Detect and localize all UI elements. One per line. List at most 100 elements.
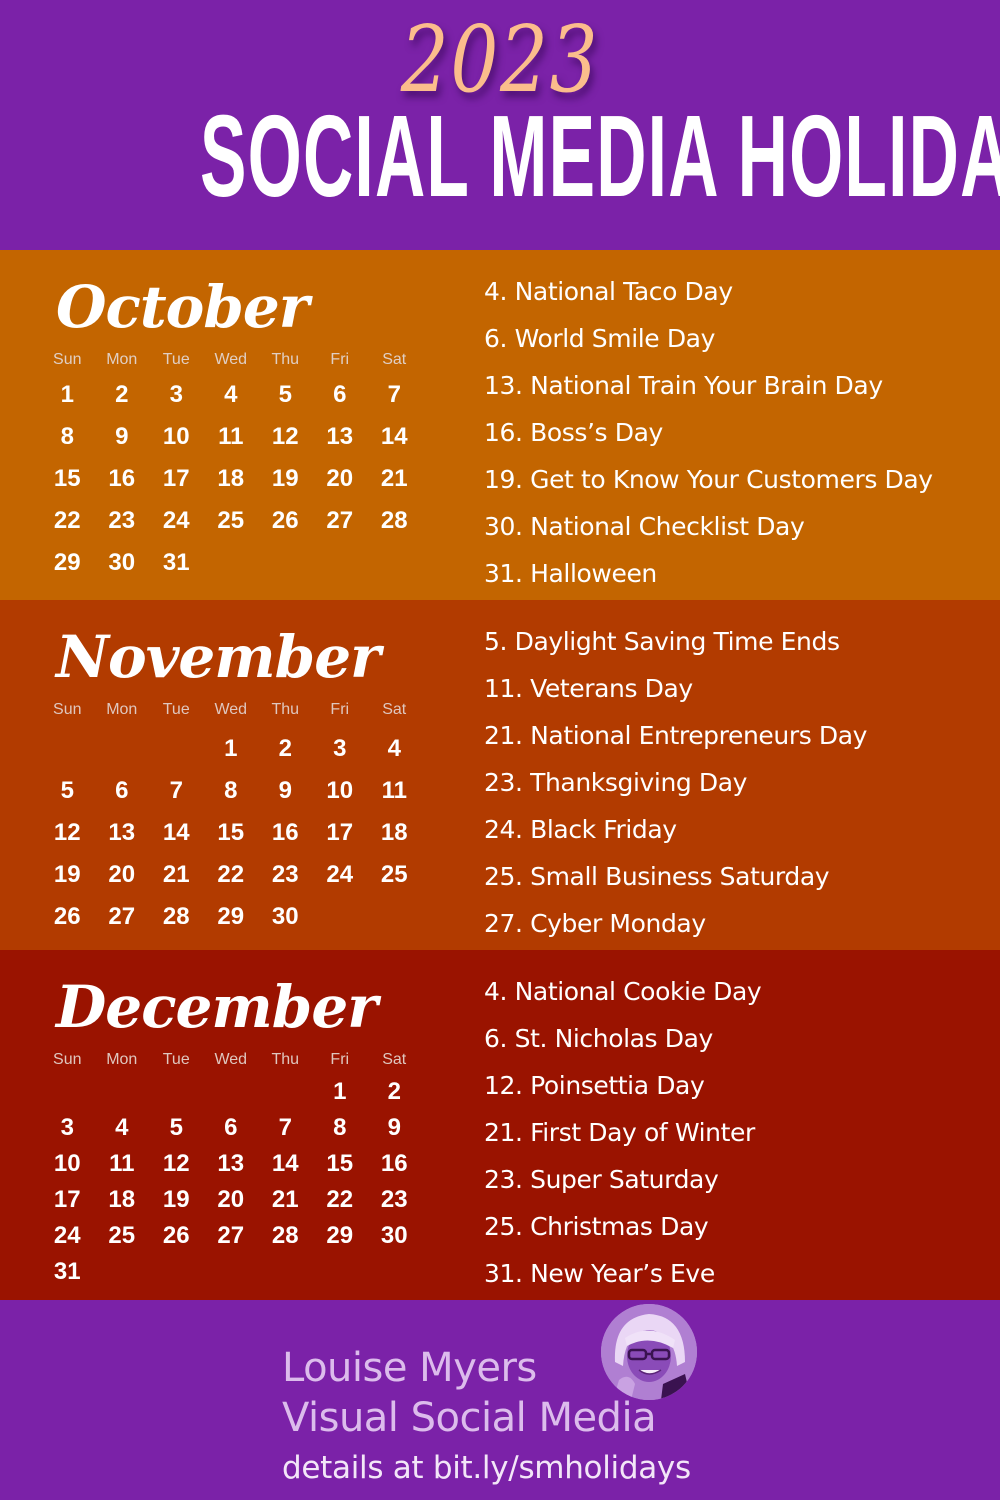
calendar-day-empty: [204, 1074, 259, 1110]
holiday-item: 25. Christmas Day: [484, 1212, 709, 1241]
details-link[interactable]: details at bit.ly/smholidays: [282, 1448, 691, 1488]
week-row: 3 4 5 6 7 8 9: [40, 1110, 422, 1146]
holiday-item: 25. Small Business Saturday: [484, 862, 830, 891]
calendar-day-empty: [95, 1074, 150, 1110]
week-row: 1 2 3 4: [40, 728, 422, 770]
holiday-item: 4. National Taco Day: [484, 277, 733, 306]
calendar-grid: Sun Mon Tue Wed Thu Fri Sat 1 2 3 4 5 6 7 8 9 10 1…: [40, 700, 422, 938]
calendar-day: 16: [108, 465, 136, 492]
calendar-day-empty: [95, 1254, 150, 1290]
weeks: 1 2 3 4 5 6 7 8 9 10 11 12 13 14 15 16 17 18 19 20 21 22 23 24 2…: [40, 728, 422, 938]
month-name: November: [56, 623, 381, 691]
year-title: 2023: [400, 6, 600, 113]
calendar-day: 13: [217, 1150, 245, 1177]
calendar-day: 5: [169, 1114, 183, 1141]
calendar-day-empty: [40, 1074, 95, 1110]
week-row: 26 27 28 29 30: [40, 896, 422, 938]
calendar-day: 19: [271, 465, 299, 492]
calendar-day: 4: [387, 735, 401, 762]
holiday-item: 5. Daylight Saving Time Ends: [484, 627, 840, 656]
calendar-day: 12: [53, 819, 81, 846]
week-row: 12 13 14 15 16 17 18: [40, 812, 422, 854]
calendar-day: 29: [53, 549, 81, 576]
weekday-label: Tue: [162, 701, 190, 718]
week-row: 1 2 3 4 5 6 7: [40, 374, 422, 416]
calendar-day: 8: [224, 777, 238, 804]
calendar-day: 30: [271, 903, 299, 930]
calendar-day: 9: [115, 423, 129, 450]
calendar-day: 21: [271, 1186, 299, 1213]
week-row: 10 11 12 13 14 15 16: [40, 1146, 422, 1182]
holiday-item: 21. First Day of Winter: [484, 1118, 755, 1147]
holiday-item: 16. Boss’s Day: [484, 418, 663, 447]
calendar-day: 10: [53, 1150, 81, 1177]
weekday-label: Wed: [214, 1051, 248, 1068]
calendar-day: 31: [162, 549, 190, 576]
calendar-day-empty: [367, 542, 422, 584]
calendar-day: 17: [162, 465, 190, 492]
brand-name: Visual Social Media: [282, 1395, 657, 1441]
holiday-item: 21. National Entrepreneurs Day: [484, 721, 868, 750]
weekday-label: Thu: [271, 701, 300, 718]
weekday-header-row: Sun Mon Tue Wed Thu Fri Sat: [40, 350, 422, 370]
calendar-day: 11: [381, 777, 407, 804]
calendar-day-empty: [367, 1254, 422, 1290]
calendar-day: 6: [224, 1114, 238, 1141]
calendar-day: 28: [162, 903, 190, 930]
holiday-item: 6. World Smile Day: [484, 324, 715, 353]
calendar-day: 1: [60, 381, 74, 408]
week-row: 19 20 21 22 23 24 25: [40, 854, 422, 896]
calendar-day: 18: [108, 1186, 136, 1213]
holiday-item: 11. Veterans Day: [484, 674, 693, 703]
weekday-header-row: Sun Mon Tue Wed Thu Fri Sat: [40, 700, 422, 720]
calendar-day: 26: [162, 1222, 190, 1249]
week-row: 24 25 26 27 28 29 30: [40, 1218, 422, 1254]
calendar-day: 24: [162, 507, 190, 534]
calendar-day: 29: [217, 903, 245, 930]
calendar-day: 5: [60, 777, 74, 804]
calendar-day: 6: [115, 777, 129, 804]
calendar-day: 23: [108, 507, 136, 534]
calendar-day: 31: [53, 1258, 81, 1285]
calendar-day: 17: [326, 819, 354, 846]
calendar-day: 5: [278, 381, 292, 408]
calendar-day: 30: [108, 549, 136, 576]
month-section-october: October Sun Mon Tue Wed Thu Fri Sat 1 23 4…: [0, 250, 1000, 600]
calendar-day: 26: [271, 507, 299, 534]
calendar-day: 11: [109, 1150, 135, 1177]
calendar-day: 11: [218, 423, 244, 450]
calendar-day: 25: [217, 507, 245, 534]
calendar-day: 7: [387, 381, 401, 408]
calendar-day: 14: [271, 1150, 299, 1177]
calendar-day-empty: [204, 1254, 259, 1290]
calendar-day-empty: [149, 1074, 204, 1110]
calendar-day: 8: [60, 423, 74, 450]
weekday-label: Wed: [214, 351, 248, 368]
holiday-item: 31. New Year’s Eve: [484, 1259, 715, 1288]
holiday-item: 24. Black Friday: [484, 815, 677, 844]
calendar-day: 26: [53, 903, 81, 930]
calendar-day: 2: [115, 381, 129, 408]
calendar-day-empty: [40, 728, 95, 770]
week-row: 8 9 10 11 12 13 14: [40, 416, 422, 458]
author-photo-icon: [601, 1304, 697, 1400]
month-name: October: [56, 273, 309, 341]
calendar-day-empty: [258, 1074, 313, 1110]
calendar-day: 17: [53, 1186, 81, 1213]
weekday-label: Mon: [106, 351, 138, 368]
calendar-day: 15: [326, 1150, 354, 1177]
calendar-day: 27: [217, 1222, 245, 1249]
calendar-day-empty: [313, 542, 368, 584]
holiday-list: 4. National Taco Day 6. World Smile Day 13…: [484, 268, 1000, 597]
calendar-day: 27: [108, 903, 136, 930]
calendar-day-empty: [204, 542, 259, 584]
calendar-day: 21: [162, 861, 190, 888]
calendar-day: 12: [271, 423, 299, 450]
holiday-item: 27. Cyber Monday: [484, 909, 706, 938]
calendar-day: 18: [380, 819, 408, 846]
calendar-day: 13: [326, 423, 354, 450]
calendar-day-empty: [258, 1254, 313, 1290]
holiday-list: 5. Daylight Saving Time Ends 11. Veterans…: [484, 618, 1000, 947]
calendar-day-empty: [149, 1254, 204, 1290]
calendar-day: 16: [380, 1150, 408, 1177]
